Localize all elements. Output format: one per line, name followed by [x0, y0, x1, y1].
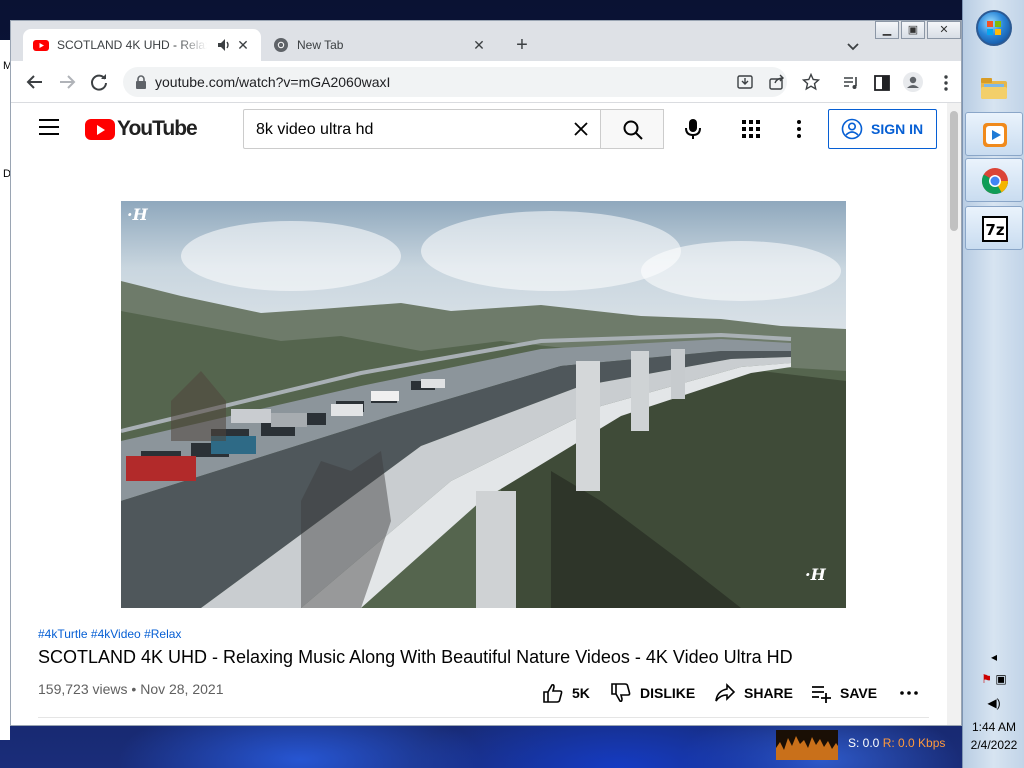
desktop-edge: M D: [0, 40, 12, 740]
search-input[interactable]: 8k video ultra hd: [243, 109, 601, 149]
like-count: 5K: [572, 685, 590, 701]
clear-search-icon[interactable]: [572, 120, 590, 138]
voice-search-mic-icon[interactable]: [681, 117, 705, 141]
video-stats: 159,723 views • Nov 28, 2021: [38, 681, 224, 697]
clock-time[interactable]: 1:44 AM: [963, 720, 1024, 734]
upload-date: Nov 28, 2021: [140, 681, 224, 697]
video-scene: [121, 281, 846, 608]
youtube-logo[interactable]: YouTube: [85, 117, 198, 141]
taskbar: 7z ◂ ⚑ ▣ ◀) 1:44 AM 2/4/2022: [962, 0, 1024, 768]
address-bar[interactable]: youtube.com/watch?v=mGA2060waxI: [123, 67, 787, 97]
lock-icon[interactable]: [135, 75, 147, 89]
page-scrollbar[interactable]: [947, 103, 961, 725]
meta-separator: •: [131, 681, 137, 697]
bookmark-star-icon[interactable]: [802, 73, 820, 91]
thumbs-down-icon: [611, 683, 631, 703]
youtube-play-logo-icon: [85, 118, 115, 140]
more-horizontal-icon: [900, 691, 918, 695]
search-button[interactable]: [600, 109, 664, 149]
install-icon[interactable]: [737, 74, 753, 90]
settings-more-icon[interactable]: [789, 119, 809, 139]
chrome-favicon-icon: [274, 38, 288, 52]
taskbar-chrome-button[interactable]: [965, 158, 1023, 202]
tab-title: SCOTLAND 4K UHD - Relaxing Music Along W…: [57, 38, 207, 52]
start-button[interactable]: [976, 10, 1012, 46]
browser-toolbar: youtube.com/watch?v=mGA2060waxI: [11, 61, 961, 103]
tab-title: New Tab: [297, 38, 344, 52]
new-tab-button[interactable]: +: [511, 35, 533, 57]
network-icon[interactable]: ▣: [995, 672, 1006, 686]
tab-new-tab[interactable]: New Tab ✕: [261, 29, 497, 61]
save-label: SAVE: [840, 685, 878, 701]
media-control-icon[interactable]: [842, 74, 860, 92]
taskbar-media-player-button[interactable]: [965, 112, 1023, 156]
dislike-label: DISLIKE: [640, 685, 696, 701]
network-graph: [776, 730, 838, 760]
folder-icon: [981, 78, 1007, 99]
profile-avatar-icon[interactable]: [903, 72, 923, 92]
close-window-button[interactable]: ✕: [927, 21, 961, 39]
sign-in-button[interactable]: SIGN IN: [828, 109, 937, 149]
windows-logo-icon: [987, 21, 1001, 35]
sign-in-label: SIGN IN: [871, 121, 924, 137]
taskbar-7zip-button[interactable]: 7z: [965, 206, 1023, 250]
hamburger-menu-icon[interactable]: [39, 119, 59, 135]
share-button[interactable]: SHARE: [714, 681, 793, 705]
tab-youtube[interactable]: SCOTLAND 4K UHD - Relaxing Music Along W…: [23, 29, 261, 61]
chrome-icon: [981, 168, 1009, 195]
thumbs-up-icon: [543, 683, 563, 703]
share-label: SHARE: [744, 685, 794, 701]
side-panel-icon[interactable]: [873, 74, 891, 92]
svg-text:7z: 7z: [985, 221, 1004, 239]
share-page-icon[interactable]: [769, 74, 785, 90]
tab-strip: SCOTLAND 4K UHD - Relaxing Music Along W…: [11, 21, 961, 61]
save-button[interactable]: SAVE: [810, 681, 877, 705]
tray-network-icons[interactable]: ⚑ ▣: [963, 672, 1024, 686]
clock-date[interactable]: 2/4/2022: [963, 738, 1024, 752]
url-text: youtube.com/watch?v=mGA2060waxI: [155, 74, 391, 90]
youtube-page: YouTube 8k video ultra hd SIGN IN ·H ·H …: [11, 103, 947, 725]
tray-expand-icon[interactable]: ◂: [963, 650, 1024, 664]
7zip-icon: 7z: [982, 216, 1008, 242]
maximize-button[interactable]: ▣: [901, 21, 925, 39]
like-button[interactable]: 5K: [542, 681, 590, 705]
minimize-button[interactable]: ▁: [875, 21, 899, 39]
youtube-favicon-icon: [33, 40, 49, 51]
network-readout: S: 0.0 R: 0.0 Kbps: [848, 736, 946, 750]
forward-arrow-icon[interactable]: [55, 70, 79, 94]
browser-menu-icon[interactable]: [937, 74, 955, 92]
search-icon: [623, 120, 643, 140]
taskbar-explorer-button[interactable]: [965, 66, 1023, 110]
youtube-header: YouTube 8k video ultra hd SIGN IN: [11, 103, 947, 159]
video-player[interactable]: ·H ·H: [121, 201, 846, 608]
back-arrow-icon[interactable]: [23, 70, 47, 94]
search-query: 8k video ultra hd: [256, 121, 374, 138]
apps-grid-icon[interactable]: [741, 119, 761, 139]
media-player-icon: [983, 123, 1007, 147]
youtube-logo-text: YouTube: [117, 117, 198, 140]
channel-watermark-icon: ·H: [805, 565, 826, 584]
close-tab-icon[interactable]: ✕: [235, 37, 251, 53]
volume-icon[interactable]: ◀): [963, 696, 1024, 710]
close-tab-icon[interactable]: ✕: [471, 37, 487, 53]
more-actions-button[interactable]: [899, 681, 927, 705]
add-to-playlist-icon: [812, 686, 831, 703]
reload-icon[interactable]: [87, 70, 111, 94]
video-title: SCOTLAND 4K UHD - Relaxing Music Along W…: [38, 647, 793, 667]
action-center-icon[interactable]: ⚑: [981, 672, 992, 686]
channel-watermark-icon: ·H: [127, 205, 148, 224]
browser-window: SCOTLAND 4K UHD - Relaxing Music Along W…: [10, 20, 962, 726]
audio-playing-icon[interactable]: [217, 37, 231, 53]
scrollbar-thumb[interactable]: [950, 111, 958, 231]
tab-search-icon[interactable]: [845, 38, 861, 54]
network-meter-gadget: S: 0.0 R: 0.0 Kbps: [776, 726, 962, 768]
account-icon: [841, 118, 863, 140]
divider: [38, 717, 929, 718]
view-count: 159,723 views: [38, 681, 128, 697]
dislike-button[interactable]: DISLIKE: [610, 681, 695, 705]
share-arrow-icon: [715, 683, 736, 702]
video-hashtags[interactable]: #4kTurtle #4kVideo #Relax: [38, 627, 181, 641]
